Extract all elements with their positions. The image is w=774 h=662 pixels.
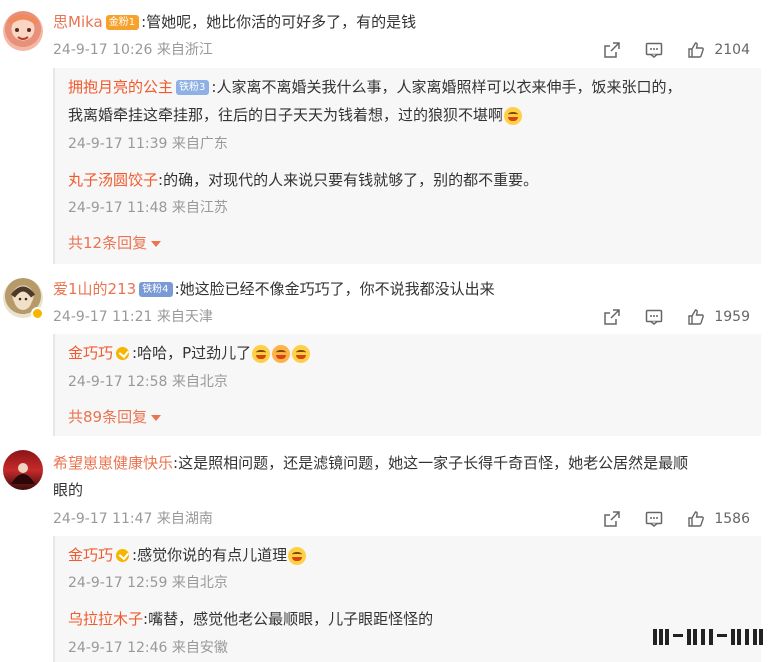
username[interactable]: 丸子汤圆饺子 <box>68 171 158 189</box>
comment-actions: 2104 <box>580 39 750 61</box>
comment-text-cont: 眼的 <box>53 479 83 501</box>
reply-meta: 24-9-17 12:46 来自安徽 <box>68 640 228 656</box>
username[interactable]: 思Mika <box>53 13 103 31</box>
avatar[interactable] <box>3 450 43 490</box>
like-count: 2104 <box>714 42 750 58</box>
like-count: 1959 <box>714 309 750 325</box>
username[interactable]: 拥抱月亮的公主 <box>68 78 173 96</box>
more-replies-link[interactable]: 共12条回复 <box>68 232 162 254</box>
reply-meta: 24-9-17 11:48 来自江苏 <box>68 200 228 216</box>
reply-meta: 24-9-17 11:39 来自广东 <box>68 136 228 152</box>
reply-body: :感觉你说的有点儿道理 <box>132 546 288 564</box>
reply-text: 乌拉拉木子:嘴替，感觉他老公最顺眼，儿子眼距怪怪的 <box>68 608 433 630</box>
like-count: 1586 <box>714 511 750 527</box>
comment-text: 思Mika 金粉1:管她呢，她比你活的可好多了，有的是钱 <box>53 11 416 33</box>
comment-text: 希望崽崽健康快乐:这是照相问题，还是滤镜问题，她这一家子长得千奇百怪，她老公居然… <box>53 452 688 474</box>
reply-body: :的确，对现代的人来说只要有钱就够了，别的都不重要。 <box>158 171 539 189</box>
reply-body: 我离婚牵挂这牵挂那，往后的日子天天为钱着想，过的狼狈不堪啊 <box>68 106 504 124</box>
caret-down-icon <box>151 414 162 421</box>
reply-body: :人家离不离婚关我什么事，人家离婚照样可以衣来伸手，饭来张口的， <box>211 78 682 96</box>
comment-actions: 1959 <box>580 306 750 328</box>
reply-body: :嘴替，感觉他老公最顺眼，儿子眼距怪怪的 <box>143 610 434 628</box>
like-icon[interactable] <box>686 40 706 60</box>
comment-body: :她这脸已经不像金巧巧了，你不说我都没认出来 <box>174 280 495 298</box>
more-replies-link[interactable]: 共89条回复 <box>68 406 162 428</box>
caret-down-icon <box>151 240 162 247</box>
grin-emoji <box>252 344 271 363</box>
reply-text: 金巧巧 :感觉你说的有点儿道理 <box>68 544 307 566</box>
username[interactable]: 金巧巧 <box>68 344 113 362</box>
verified-icon <box>116 549 130 562</box>
watermark-logo <box>651 626 766 648</box>
laugh-emoji <box>288 546 307 565</box>
verified-icon <box>116 347 130 360</box>
reply-body: :哈哈，P过劲儿了 <box>132 344 252 362</box>
like-icon[interactable] <box>686 307 706 327</box>
username[interactable]: 乌拉拉木子 <box>68 610 143 628</box>
reply-meta: 24-9-17 12:58 来自北京 <box>68 374 228 390</box>
reply-block: 金巧巧 :哈哈，P过劲儿了 24-9-17 12:58 来自北京 共89条回复 <box>53 334 761 436</box>
share-icon[interactable] <box>602 307 622 327</box>
reply-meta: 24-9-17 12:59 来自北京 <box>68 575 228 591</box>
username[interactable]: 爱1山的213 <box>53 280 136 298</box>
share-icon[interactable] <box>602 509 622 529</box>
reply-text: 金巧巧 :哈哈，P过劲儿了 <box>68 342 311 364</box>
comment-icon[interactable] <box>644 509 664 529</box>
share-icon[interactable] <box>602 40 622 60</box>
comment-icon[interactable] <box>644 307 664 327</box>
reply-block: 拥抱月亮的公主 铁粉3:人家离不离婚关我什么事，人家离婚照样可以衣来伸手，饭来张口… <box>53 68 761 264</box>
comment-meta: 24-9-17 11:21 来自天津 <box>53 309 213 325</box>
reply-text: 拥抱月亮的公主 铁粉3:人家离不离婚关我什么事，人家离婚照样可以衣来伸手，饭来张口… <box>68 76 681 98</box>
like-icon[interactable] <box>686 509 706 529</box>
laugh-emoji <box>292 344 311 363</box>
reply-text: 丸子汤圆饺子:的确，对现代的人来说只要有钱就够了，别的都不重要。 <box>68 169 538 191</box>
avatar[interactable] <box>3 11 43 51</box>
fan-badge: 金粉1 <box>105 15 140 30</box>
comment-body: :这是照相问题，还是滤镜问题，她这一家子长得千奇百怪，她老公居然是最顺 <box>173 454 689 472</box>
reply-text-cont: 我离婚牵挂这牵挂那，往后的日子天天为钱着想，过的狼狈不堪啊 <box>68 104 523 126</box>
comment-body: 眼的 <box>53 481 84 499</box>
comment-actions: 1586 <box>580 508 750 530</box>
fan-badge: 铁粉4 <box>139 282 173 297</box>
comment-text: 爱1山的213 铁粉4:她这脸已经不像金巧巧了，你不说我都没认出来 <box>53 278 495 300</box>
grin-emoji <box>272 344 291 363</box>
laugh-emoji <box>504 106 523 125</box>
comment-body: :管她呢，她比你活的可好多了，有的是钱 <box>141 13 417 31</box>
comment-meta: 24-9-17 11:47 来自湖南 <box>53 511 213 527</box>
verified-icon <box>31 307 44 320</box>
comment-icon[interactable] <box>644 40 664 60</box>
username[interactable]: 希望崽崽健康快乐 <box>53 454 173 472</box>
comment-meta: 24-9-17 10:26 来自浙江 <box>53 42 213 58</box>
username[interactable]: 金巧巧 <box>68 546 113 564</box>
fan-badge: 铁粉3 <box>176 80 210 95</box>
